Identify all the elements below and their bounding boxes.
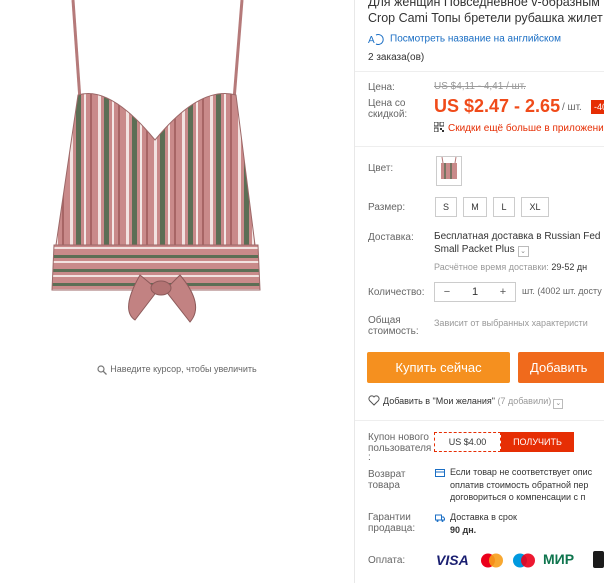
shipping-method[interactable]: Бесплатная доставка в Russian Fed Small … <box>434 230 600 257</box>
separator <box>355 420 604 421</box>
delivery-truck-icon <box>435 514 445 522</box>
quantity-stepper: − 1 + <box>434 282 516 302</box>
wishlist-link[interactable]: Добавить в "Мои желания" (7 добавили) ⌄ <box>368 395 564 409</box>
separator <box>355 71 604 72</box>
heart-icon <box>368 395 380 406</box>
shipping-label: Доставка: <box>368 232 414 243</box>
product-title-line2: Crop Cami Топы бретели рубашка жилет о <box>368 11 604 25</box>
coupon-amount: US $4.00 <box>434 432 501 452</box>
discount-price-label-2: скидкой: <box>368 109 408 120</box>
wishlist-text: Добавить в "Мои желания" <box>383 396 495 406</box>
zoom-hint: Наведите курсор, чтобы увеличить <box>0 364 354 375</box>
wishlist-count: (7 добавили) <box>497 396 552 406</box>
translate-icon: A <box>368 34 384 45</box>
app-discount-text: Скидки ещё больше в приложени <box>448 123 604 134</box>
english-title-link-text: Посмотреть название на английском <box>390 33 561 45</box>
guarantee-line2: 90 дн. <box>450 525 477 535</box>
app-discount-link[interactable]: Скидки ещё больше в приложени <box>434 122 604 134</box>
stock-info: шт. (4002 шт. досту <box>522 286 602 296</box>
product-details: Для женщин Повседневное v-образным в Cro… <box>355 0 604 583</box>
product-gallery: Наведите курсор, чтобы увеличить <box>0 0 354 583</box>
chevron-down-icon[interactable]: ⌄ <box>553 399 564 409</box>
size-option-s[interactable]: S <box>435 197 457 217</box>
buy-now-button[interactable]: Купить сейчас <box>367 352 510 383</box>
return-policy-icon <box>435 469 445 477</box>
delivery-time: Расчётное время доставки: 29-52 дн <box>434 262 587 272</box>
color-swatch-thumbnail <box>441 156 457 179</box>
add-to-cart-button[interactable]: Добавить <box>518 352 604 383</box>
english-title-link[interactable]: A Посмотреть название на английском <box>368 33 561 45</box>
magnifier-icon <box>97 365 108 375</box>
mastercard-logo <box>481 553 503 568</box>
size-option-l[interactable]: L <box>493 197 515 217</box>
svg-text:A: A <box>368 35 375 45</box>
guarantee-label-2: продавца: <box>368 523 416 534</box>
quantity-decrease-button[interactable]: − <box>435 283 459 301</box>
mir-logo: МИР <box>543 551 575 567</box>
size-label: Размер: <box>368 202 406 213</box>
discount-price: US $2.47 - 2.65 <box>434 96 561 116</box>
color-label: Цвет: <box>368 163 394 174</box>
get-coupon-button[interactable]: ПОЛУЧИТЬ <box>501 432 574 452</box>
total-label-2: стоимость: <box>368 326 419 337</box>
shipping-method-line2: Small Packet Plus <box>434 244 515 255</box>
size-option-xl[interactable]: XL <box>521 197 549 217</box>
delivery-time-label: Расчётное время доставки: <box>434 262 549 272</box>
product-title-line1: Для женщин Повседневное v-образным в <box>368 0 604 9</box>
separator <box>355 146 604 147</box>
quantity-label: Количество: <box>368 287 425 298</box>
chevron-down-icon[interactable]: ⌄ <box>517 246 529 257</box>
returns-line1: Если товар не соответствует опис <box>450 467 593 477</box>
maestro-logo <box>513 553 535 568</box>
total-note: Зависит от выбранных характеристи <box>434 318 588 328</box>
payment-label: Оплата: <box>368 555 406 566</box>
returns-line2: оплатив стоимость обратной пер <box>450 480 589 490</box>
payment-more-icon <box>593 551 604 568</box>
returns-line3: договориться о компенсации с п <box>450 492 586 502</box>
size-option-m[interactable]: M <box>463 197 487 217</box>
quantity-input[interactable]: 1 <box>459 283 491 301</box>
zoom-hint-text: Наведите курсор, чтобы увеличить <box>110 364 257 374</box>
visa-logo: VISA <box>436 552 469 568</box>
delivery-time-value: 29-52 дн <box>551 262 588 272</box>
returns-label-2: товара <box>368 480 400 491</box>
price-label: Цена: <box>368 82 395 93</box>
discount-badge: -40 <box>591 100 604 114</box>
qr-code-icon <box>434 122 444 132</box>
product-image[interactable] <box>40 0 300 330</box>
guarantee-line1: Доставка в срок <box>450 512 517 522</box>
coupon-label-2: пользователя <box>368 443 432 454</box>
shipping-method-line1: Бесплатная доставка в Russian Fed <box>434 231 601 242</box>
color-swatch[interactable] <box>436 156 462 186</box>
old-price: US $4,11 - 4,41 / шт. <box>434 81 526 92</box>
quantity-increase-button[interactable]: + <box>491 283 515 301</box>
coupon-label-3: : <box>368 452 371 463</box>
price-unit: / шт. <box>562 102 582 113</box>
orders-count: 2 заказа(ов) <box>368 52 425 63</box>
